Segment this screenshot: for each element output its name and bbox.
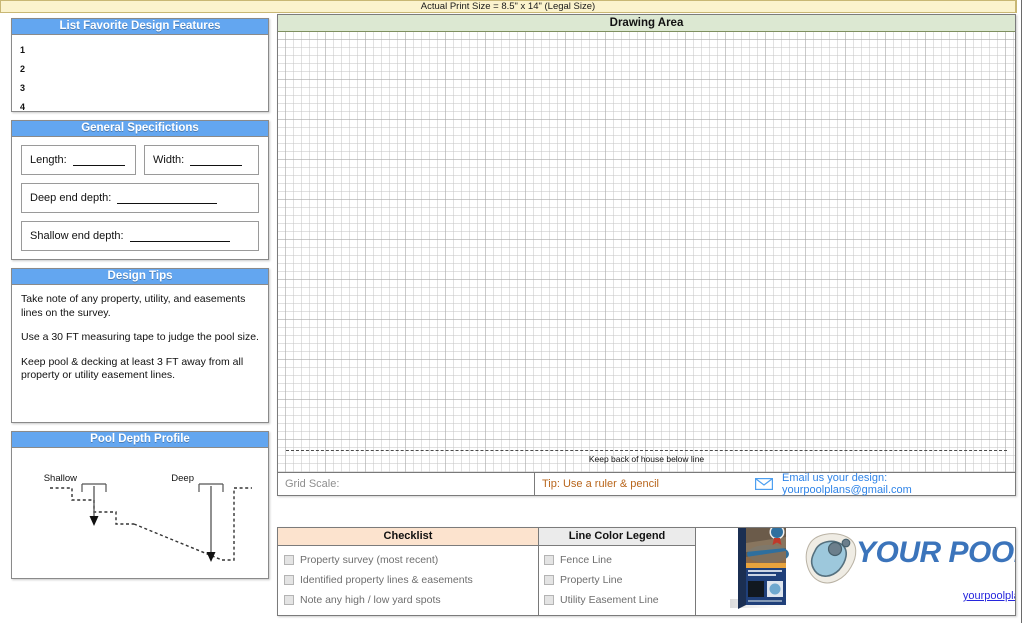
deep-end-depth-label: Deep end depth: bbox=[30, 192, 112, 204]
pool-depth-profile-panel: Pool Depth Profile Shallow Deep bbox=[11, 431, 269, 579]
drawing-info-row: Grid Scale: Tip: Use a ruler & pencil Em… bbox=[277, 472, 1016, 496]
checklist-item[interactable]: Identified property lines & easements bbox=[284, 570, 538, 590]
legend-item[interactable]: Fence Line bbox=[544, 550, 695, 570]
email-text: Email us your design: yourpoolplans@gmai… bbox=[782, 472, 912, 496]
design-tip: Use a 30 FT measuring tape to judge the … bbox=[21, 331, 259, 343]
deep-end-depth-writeline[interactable] bbox=[117, 192, 218, 204]
envelope-icon bbox=[755, 478, 773, 490]
width-field[interactable]: Width: bbox=[144, 145, 259, 175]
legend-item[interactable]: Utility Easement Line bbox=[544, 590, 695, 610]
grid-scale-label: Grid Scale: bbox=[285, 478, 340, 490]
feature-row[interactable]: 3 bbox=[18, 79, 262, 98]
page-root: Actual Print Size = 8.5" x 14" (Legal Si… bbox=[0, 0, 1030, 623]
banner-edge bbox=[1016, 0, 1017, 13]
design-tips-title: Design Tips bbox=[12, 269, 268, 285]
favorite-features-title: List Favorite Design Features bbox=[12, 19, 268, 35]
design-tip: Take note of any property, utility, and … bbox=[21, 293, 246, 319]
drawing-area-panel: Drawing Area Keep back of house below li… bbox=[277, 14, 1016, 473]
print-size-banner: Actual Print Size = 8.5" x 14" (Legal Si… bbox=[0, 0, 1016, 13]
spec-row-deep: Deep end depth: bbox=[21, 183, 259, 213]
brand-panel: YOUR POOL PLANS yourpoolplans.com bbox=[696, 527, 1016, 616]
bottom-strip: Checklist Property survey (most recent) … bbox=[277, 527, 1016, 616]
legend-item[interactable]: Property Line bbox=[544, 570, 695, 590]
pool-depth-profile-diagram: Shallow Deep bbox=[44, 473, 252, 562]
checklist-item-label: Note any high / low yard spots bbox=[300, 594, 441, 606]
checklist-item[interactable]: Property survey (most recent) bbox=[284, 550, 538, 570]
ruler-pencil-tip: Tip: Use a ruler & pencil bbox=[535, 473, 755, 495]
checkbox-icon[interactable] bbox=[544, 575, 554, 585]
checkbox-icon[interactable] bbox=[544, 555, 554, 565]
checklist-item[interactable]: Note any high / low yard spots bbox=[284, 590, 538, 610]
checklist-panel: Checklist Property survey (most recent) … bbox=[277, 527, 539, 616]
legend-item-label: Fence Line bbox=[560, 554, 612, 566]
checklist-item-label: Identified property lines & easements bbox=[300, 574, 473, 586]
spec-row-dimensions: Length: Width: bbox=[21, 145, 259, 175]
general-specifications-body: Length: Width: Deep end depth: Shallow e… bbox=[12, 137, 268, 267]
length-writeline[interactable] bbox=[72, 154, 125, 166]
tip-text: Tip: Use a ruler & pencil bbox=[542, 478, 659, 490]
design-tips-panel: Design Tips Take note of any property, u… bbox=[11, 268, 269, 423]
length-label: Length: bbox=[30, 154, 67, 166]
deep-label: Deep bbox=[171, 473, 194, 484]
pool-depth-profile-title: Pool Depth Profile bbox=[12, 432, 268, 448]
design-tips-body: Take note of any property, utility, and … bbox=[12, 285, 268, 389]
checkbox-icon[interactable] bbox=[284, 575, 294, 585]
shallow-end-depth-label: Shallow end depth: bbox=[30, 230, 124, 242]
drawing-area-title: Drawing Area bbox=[278, 15, 1015, 32]
checklist-items: Property survey (most recent) Identified… bbox=[278, 546, 538, 610]
deep-end-wall-line bbox=[222, 487, 252, 561]
checkbox-icon[interactable] bbox=[284, 595, 294, 605]
general-specifications-title: General Specifictions bbox=[12, 121, 268, 137]
legend-item-label: Property Line bbox=[560, 574, 623, 586]
width-writeline[interactable] bbox=[190, 154, 243, 166]
feature-row[interactable]: 4 bbox=[18, 98, 262, 117]
main-column: Drawing Area Keep back of house below li… bbox=[277, 14, 1016, 496]
pool-shape-logo-icon bbox=[805, 533, 857, 584]
length-field[interactable]: Length: bbox=[21, 145, 136, 175]
house-setback-line bbox=[286, 450, 1007, 451]
legend-items: Fence Line Property Line Utility Easemen… bbox=[539, 546, 695, 610]
page-right-edge bbox=[1021, 0, 1022, 623]
spec-row-shallow: Shallow end depth: bbox=[21, 221, 259, 251]
pool-plans-book-icon bbox=[730, 528, 796, 609]
shallow-end-depth-field[interactable]: Shallow end depth: bbox=[21, 221, 259, 251]
drawing-canvas[interactable]: Keep back of house below line bbox=[278, 32, 1015, 472]
general-specifications-panel: General Specifictions Length: Width: Dee… bbox=[11, 120, 269, 260]
email-us-link[interactable]: Email us your design: yourpoolplans@gmai… bbox=[755, 472, 1015, 496]
checkbox-icon[interactable] bbox=[284, 555, 294, 565]
line-color-legend-panel: Line Color Legend Fence Line Property Li… bbox=[539, 527, 696, 616]
feature-row[interactable]: 2 bbox=[18, 60, 262, 79]
brand-website-link[interactable]: yourpoolplans.com bbox=[859, 590, 1015, 602]
favorite-features-panel: List Favorite Design Features 1 2 3 4 bbox=[11, 18, 269, 112]
brand-wordmark: YOUR POOL PLANS bbox=[856, 536, 1015, 569]
favorite-features-body: 1 2 3 4 bbox=[12, 35, 268, 121]
feature-row[interactable]: 1 bbox=[18, 41, 262, 60]
shallow-label: Shallow bbox=[44, 473, 77, 484]
checklist-item-label: Property survey (most recent) bbox=[300, 554, 439, 566]
grid-scale-field[interactable]: Grid Scale: bbox=[278, 473, 535, 495]
deep-end-depth-field[interactable]: Deep end depth: bbox=[21, 183, 259, 213]
checklist-title: Checklist bbox=[278, 528, 538, 546]
line-color-legend-title: Line Color Legend bbox=[539, 528, 695, 546]
left-sidebar: List Favorite Design Features 1 2 3 4 Ge… bbox=[11, 18, 269, 587]
house-setback-note: Keep back of house below line bbox=[588, 454, 705, 464]
design-tip: Keep pool & decking at least 3 FT away f… bbox=[21, 355, 244, 382]
width-label: Width: bbox=[153, 154, 185, 166]
shallow-end-depth-writeline[interactable] bbox=[129, 230, 230, 242]
checkbox-icon[interactable] bbox=[544, 595, 554, 605]
legend-item-label: Utility Easement Line bbox=[560, 594, 659, 606]
brand-inner: YOUR POOL PLANS yourpoolplans.com bbox=[696, 528, 1015, 615]
shallow-arrow-head bbox=[89, 516, 99, 526]
pool-depth-profile-body: Shallow Deep bbox=[12, 448, 268, 579]
